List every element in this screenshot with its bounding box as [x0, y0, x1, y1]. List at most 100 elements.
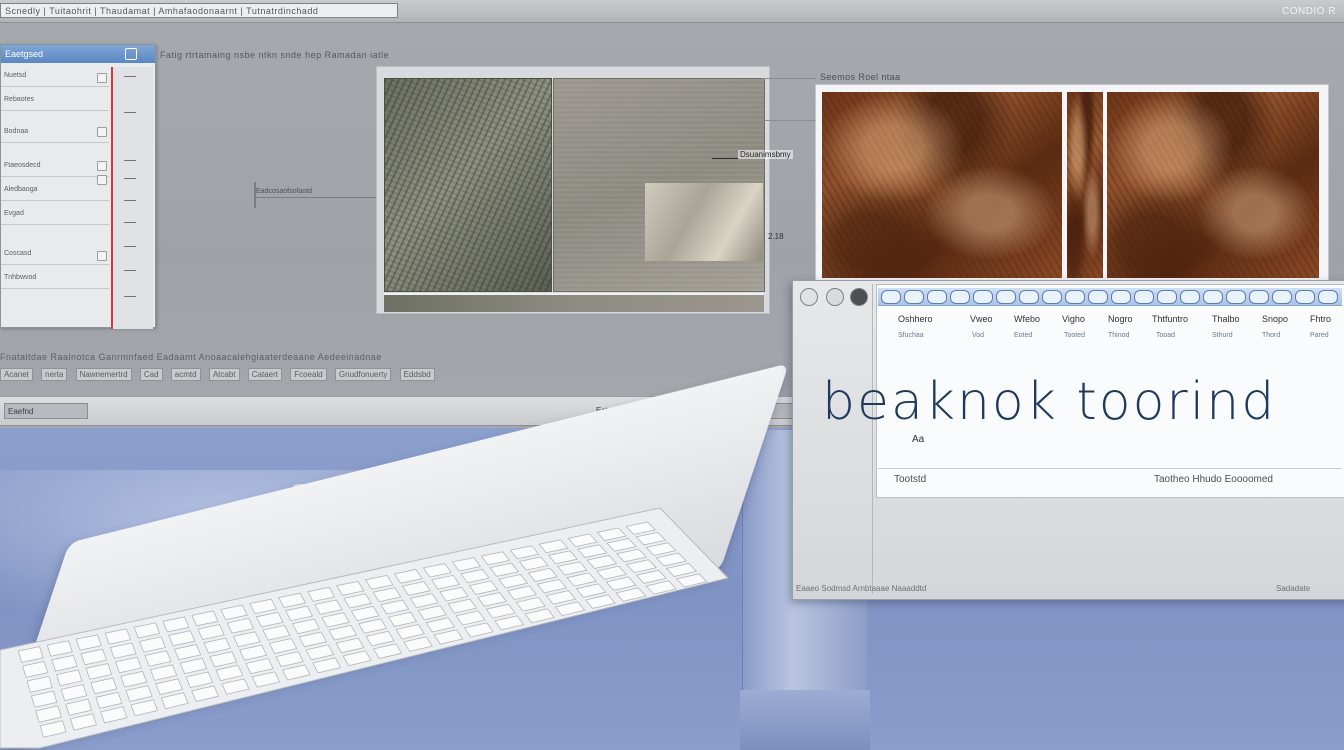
callout-bracket	[254, 182, 256, 208]
sidebar-panel: Eaetgsed Nuetsd Rebaotes Bodnaa Ftaeosde…	[0, 44, 156, 329]
column-sub: Thord	[1262, 332, 1281, 339]
column-sub: Eoted	[1014, 332, 1033, 339]
sidebar-badge-icon	[97, 175, 107, 185]
ruler-tick	[124, 270, 136, 271]
glyph-cell[interactable]	[1111, 289, 1131, 304]
glyph-cell[interactable]	[1065, 289, 1085, 304]
glyph-cell[interactable]	[1019, 289, 1039, 304]
sidebar-item[interactable]: Aledbaoga	[1, 179, 109, 201]
glyph-cell[interactable]	[950, 289, 970, 304]
fur-texture-swatch[interactable]	[822, 92, 1062, 278]
toolbar-button[interactable]: Atcabt	[208, 368, 240, 381]
fur-texture-swatch[interactable]	[1107, 92, 1319, 278]
monitor-stand-foot	[740, 690, 870, 750]
connector-line	[762, 120, 816, 121]
footer-right-label[interactable]: Taotheo Hhudo Eoooomed	[1154, 474, 1273, 485]
sidebar-badge-icon	[97, 73, 107, 83]
dialog-record-icon[interactable]	[850, 288, 868, 306]
toolbar-row: Fnataltdae Raalnotca Ganrmnfaed Eadaamt …	[0, 352, 382, 362]
dialog-divider	[872, 284, 873, 594]
callout-label: Eadcosaofsofaotd	[256, 188, 313, 195]
column-sub: Tooted	[1064, 332, 1086, 339]
toolbar-button[interactable]: Nawnemertrd	[75, 368, 132, 381]
sidebar-badge-icon	[97, 161, 107, 171]
sidebar-item[interactable]: Coscasd	[1, 243, 109, 265]
panel-toolbar-labels: Fatig rtrtamaing nsbe ntkn snde hep Rama…	[160, 50, 390, 60]
title-search-field[interactable]: Scnedly | Tuitaohrit | Thaudamat | Amhaf…	[0, 3, 398, 18]
sidebar-item[interactable]: Tnhbwvod	[1, 267, 109, 289]
glyph-cell[interactable]	[1249, 289, 1269, 304]
sidebar-close-icon[interactable]	[125, 48, 137, 60]
texture-image-left[interactable]	[384, 78, 552, 292]
column-sub: Vod	[972, 332, 985, 339]
glyph-cell[interactable]	[1295, 289, 1315, 304]
glyph-cell[interactable]	[881, 289, 901, 304]
toolbar-button[interactable]: Eddsbd	[399, 368, 435, 381]
dialog-option-icon[interactable]	[826, 288, 844, 306]
font-preview-text: beaknok toorind	[822, 372, 1277, 432]
dialog-option-icon[interactable]	[800, 288, 818, 306]
viewer-value-label: 2.18	[768, 232, 784, 241]
sidebar-item[interactable]: Nuetsd	[1, 65, 109, 87]
glyph-cell[interactable]	[973, 289, 993, 304]
dialog-status-text: Eaaeo Sodmsd Arnbtaaae Naaaddtd	[796, 584, 927, 593]
ruler-tick	[124, 200, 136, 201]
glyph-strip[interactable]	[878, 288, 1342, 306]
callout-line	[712, 158, 738, 159]
glyph-cell[interactable]	[1318, 289, 1338, 304]
column-label[interactable]: Thtfuntro	[1152, 314, 1188, 324]
toolbar-row-buttons: Acanet nerta Nawnemertrd Cad acmtd Atcab…	[0, 368, 800, 382]
column-label[interactable]: Vweo	[970, 314, 993, 324]
footer-left-label[interactable]: Tootstd	[894, 474, 926, 485]
fur-texture-swatch[interactable]	[1067, 92, 1103, 278]
column-sub: Sthurd	[1212, 332, 1233, 339]
sidebar-item[interactable]: Bodnaa	[1, 121, 109, 143]
toolbar-button[interactable]: acmtd	[170, 368, 201, 381]
column-label[interactable]: Vigho	[1062, 314, 1085, 324]
glyph-cell[interactable]	[1088, 289, 1108, 304]
ruler-tick	[124, 160, 136, 161]
glyph-cell[interactable]	[1203, 289, 1223, 304]
ruler-tick	[124, 222, 136, 223]
glyph-cell[interactable]	[1134, 289, 1154, 304]
column-label[interactable]: Oshhero	[898, 314, 933, 324]
glyph-cell[interactable]	[1272, 289, 1292, 304]
ruler-tick	[124, 296, 136, 297]
ruler-tick	[124, 246, 136, 247]
column-label[interactable]: Fhtro	[1310, 314, 1331, 324]
toolbar-button[interactable]: Acanet	[0, 368, 33, 381]
toolbar-button[interactable]: Gnudfonuerty	[334, 368, 392, 381]
glyph-cell[interactable]	[1042, 289, 1062, 304]
glyph-cell[interactable]	[927, 289, 947, 304]
column-sub: Tooad	[1156, 332, 1176, 339]
sidebar-item[interactable]: Rebaotes	[1, 89, 109, 111]
preview-size-mark: Aa	[912, 434, 925, 445]
toolbar-button[interactable]: Cataert	[247, 368, 282, 381]
ruler-tick	[124, 76, 136, 77]
glyph-cell[interactable]	[1180, 289, 1200, 304]
glyph-cell[interactable]	[996, 289, 1016, 304]
column-label[interactable]: Snopo	[1262, 314, 1288, 324]
glyph-cell[interactable]	[904, 289, 924, 304]
callout-line	[256, 197, 376, 198]
toolbar-button[interactable]: Fcoeald	[290, 368, 327, 381]
sidebar-ruler[interactable]	[113, 67, 153, 329]
status-field-left[interactable]: Eaefnd	[4, 403, 88, 419]
column-label[interactable]: Thalbo	[1212, 314, 1240, 324]
sidebar-title: Eaetgsed	[5, 49, 44, 59]
brand-label: CONDIO R	[1282, 6, 1336, 17]
sidebar-item[interactable]: Ftaeosdecd	[1, 155, 109, 177]
glyph-cell[interactable]	[1226, 289, 1246, 304]
ruler-tick	[124, 112, 136, 113]
column-label[interactable]: Wfebo	[1014, 314, 1040, 324]
image-filmstrip[interactable]	[384, 293, 764, 312]
keyboard-keys[interactable]	[0, 500, 740, 750]
ruler-tick	[124, 178, 136, 179]
toolbar-button[interactable]: Cad	[139, 368, 163, 381]
toolbar-button[interactable]: nerta	[41, 368, 68, 381]
connector-line	[762, 78, 816, 79]
column-label[interactable]: Nogro	[1108, 314, 1133, 324]
glyph-cell[interactable]	[1157, 289, 1177, 304]
column-sub: Sfuchaa	[898, 332, 924, 339]
sidebar-item[interactable]: Evgad	[1, 203, 109, 225]
